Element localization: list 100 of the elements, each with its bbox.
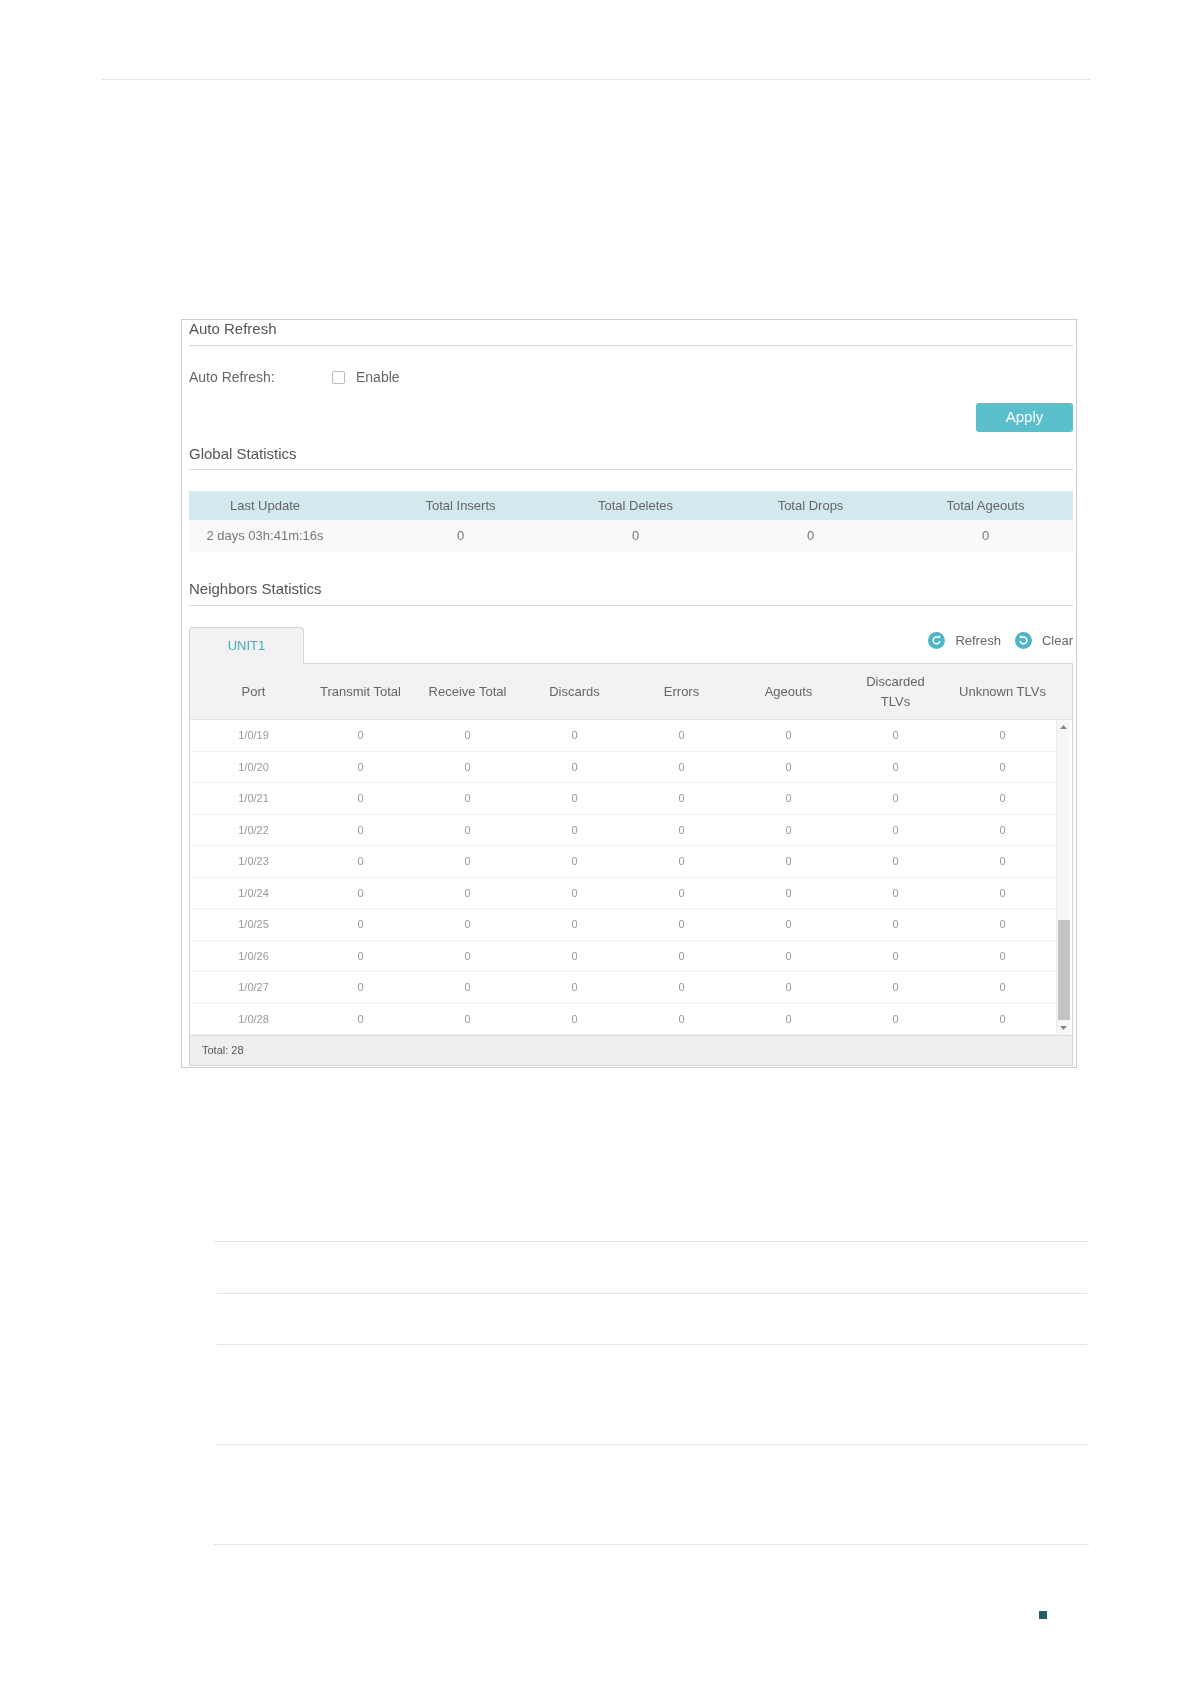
column-header: Transmit Total bbox=[320, 682, 401, 701]
table-cell-text: 0 bbox=[892, 948, 899, 964]
table-cell-text: 0 bbox=[464, 1011, 471, 1027]
table-cell-text: 1/0/23 bbox=[238, 854, 269, 869]
table-cell-text: 0 bbox=[678, 980, 685, 995]
table-cell-text: 0 bbox=[464, 980, 471, 995]
checkbox[interactable] bbox=[332, 370, 345, 384]
table-cell-text: 0 bbox=[999, 791, 1006, 806]
table-cell-text: 0 bbox=[571, 759, 578, 775]
table-cell-text: 0 bbox=[981, 527, 990, 546]
table-cell-text: 0 bbox=[571, 854, 578, 869]
table-cell-text: 0 bbox=[999, 854, 1006, 869]
column-header: Errors bbox=[663, 682, 700, 701]
table-cell-text: 0 bbox=[999, 759, 1006, 775]
table-cell-text: 0 bbox=[571, 948, 578, 964]
table-cell-text: 0 bbox=[357, 822, 364, 838]
table-cell-text: 0 bbox=[357, 791, 364, 806]
table-cell-text: 0 bbox=[892, 791, 899, 806]
table-cell-text: 1/0/19 bbox=[238, 728, 269, 743]
table-cell-text: 0 bbox=[785, 917, 792, 932]
table-cell-text: 0 bbox=[571, 728, 578, 743]
table-cell-text: 1/0/26 bbox=[238, 948, 269, 964]
clear-button[interactable]: Clear bbox=[1014, 631, 1073, 651]
refresh-button[interactable]: Refresh bbox=[928, 631, 1001, 651]
table-cell-text: 0 bbox=[357, 759, 364, 775]
column-header: Ageouts bbox=[764, 682, 813, 701]
table-cell-text: 0 bbox=[357, 854, 364, 869]
up-arrow-icon[interactable] bbox=[1060, 725, 1067, 729]
table-cell-text: 0 bbox=[357, 1011, 364, 1027]
section-title: Global Statistics bbox=[189, 445, 297, 463]
scrollbar[interactable] bbox=[1056, 720, 1070, 1035]
column-header: Discarded TLVs bbox=[865, 672, 926, 711]
table-cell-text: 0 bbox=[571, 791, 578, 806]
table-cell-text: 1/0/21 bbox=[238, 791, 269, 806]
section-title: Neighbors Statistics bbox=[189, 580, 322, 598]
table-cell-text: 0 bbox=[464, 885, 471, 901]
table-cell-text: 0 bbox=[999, 980, 1006, 995]
table-cell-text: 0 bbox=[357, 917, 364, 932]
table-cell-text: 0 bbox=[892, 917, 899, 932]
table-cell-text: 0 bbox=[999, 822, 1006, 838]
table-cell-text: 0 bbox=[678, 759, 685, 775]
table-cell-text: 0 bbox=[785, 885, 792, 901]
table-cell-text: 0 bbox=[892, 822, 899, 838]
table-cell-text: 0 bbox=[678, 917, 685, 932]
table-cell-text: 0 bbox=[456, 527, 465, 546]
column-header: Total Ageouts bbox=[946, 496, 1025, 515]
table-cell-text: 0 bbox=[785, 822, 792, 838]
table-cell-text: 0 bbox=[785, 948, 792, 964]
table-cell-text: 1/0/27 bbox=[238, 980, 269, 995]
table-cell-text: 0 bbox=[892, 885, 899, 901]
section-title: Auto Refresh bbox=[189, 320, 277, 338]
table-cell-text: 0 bbox=[678, 1011, 685, 1027]
table-cell-text: 0 bbox=[357, 885, 364, 901]
table-cell-text: 0 bbox=[999, 728, 1006, 743]
table-cell-text: 0 bbox=[785, 759, 792, 775]
field-label: Auto Refresh: bbox=[189, 367, 275, 387]
table-cell-text: 0 bbox=[678, 885, 685, 901]
table-cell-text: 0 bbox=[678, 854, 685, 869]
checkbox-label: Enable bbox=[356, 367, 400, 387]
table-cell-text: 0 bbox=[631, 527, 640, 546]
down-arrow-icon[interactable] bbox=[1060, 1026, 1067, 1030]
table-cell-text: 0 bbox=[464, 822, 471, 838]
table-cell-text: 0 bbox=[464, 791, 471, 806]
table-cell-text: 0 bbox=[464, 759, 471, 775]
table-cell-text: 0 bbox=[571, 980, 578, 995]
table-cell-text: 0 bbox=[678, 822, 685, 838]
table-cell-text: 0 bbox=[999, 1011, 1006, 1027]
table-cell-text: 0 bbox=[999, 885, 1006, 901]
table-cell-text: 0 bbox=[571, 917, 578, 932]
table-cell-text: 0 bbox=[678, 791, 685, 806]
table-cell-text: 0 bbox=[464, 948, 471, 964]
table-cell-text: 0 bbox=[892, 1011, 899, 1027]
table-cell-text: 0 bbox=[357, 728, 364, 743]
table-cell-text: 0 bbox=[571, 885, 578, 901]
scrollbar-thumb[interactable] bbox=[1057, 920, 1070, 1020]
column-header: Total Drops bbox=[777, 496, 844, 515]
table-cell-text: 0 bbox=[999, 917, 1006, 932]
table-cell-text: 0 bbox=[785, 854, 792, 869]
square-marker-icon bbox=[1039, 1611, 1047, 1619]
table-cell-text: 1/0/25 bbox=[238, 917, 269, 932]
column-header: Unknown TLVs bbox=[959, 682, 1046, 701]
table-cell-text: 0 bbox=[785, 1011, 792, 1027]
table-cell-text: 1/0/28 bbox=[238, 1011, 269, 1027]
table-cell-text: 0 bbox=[678, 948, 685, 964]
column-header: Port bbox=[241, 682, 266, 701]
column-header: Total Inserts bbox=[425, 496, 496, 515]
total-count: Total: 28 bbox=[202, 1043, 244, 1059]
table-cell-text: 0 bbox=[357, 948, 364, 964]
table-cell-text: 0 bbox=[571, 822, 578, 838]
table-cell-text: 1/0/20 bbox=[238, 759, 269, 775]
table-cell-text: 0 bbox=[464, 728, 471, 743]
table-cell-text: 0 bbox=[464, 854, 471, 869]
table-cell-text: 1/0/22 bbox=[238, 822, 269, 838]
table-cell-text: 0 bbox=[785, 980, 792, 995]
refresh-icon bbox=[928, 632, 946, 650]
table-cell-text: 0 bbox=[892, 728, 899, 743]
column-header: Discards bbox=[549, 682, 600, 701]
table-cell-text: 0 bbox=[892, 759, 899, 775]
column-header: Receive Total bbox=[428, 682, 507, 701]
table-cell-text: 0 bbox=[464, 917, 471, 932]
